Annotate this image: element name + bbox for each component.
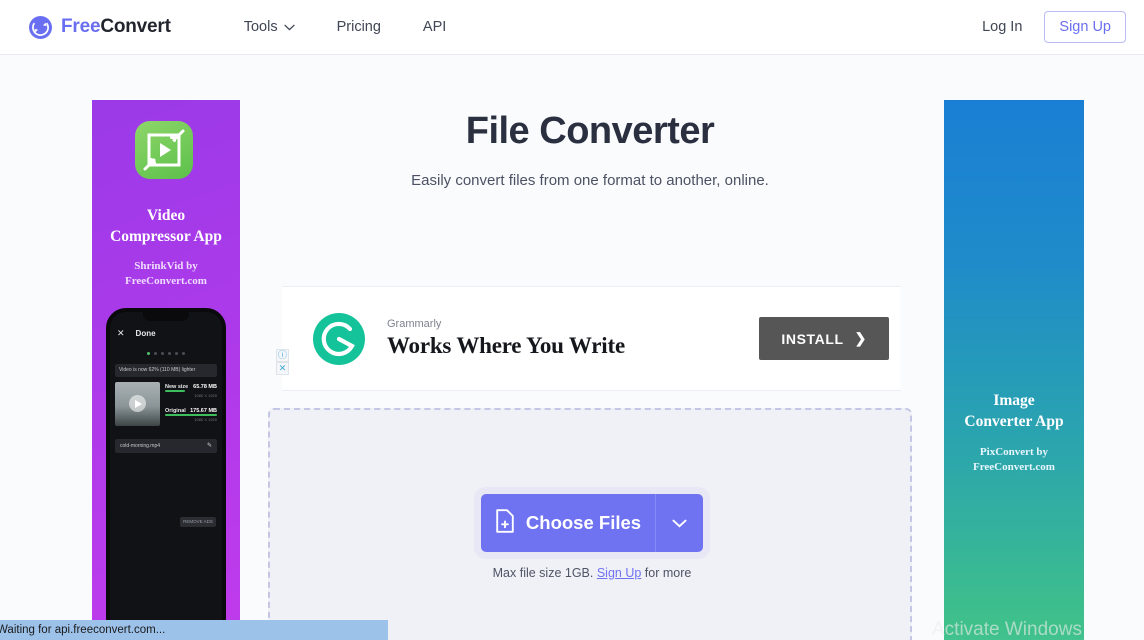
choose-files-label: Choose Files (525, 512, 642, 533)
brand-logo[interactable]: FreeConvert (29, 15, 171, 39)
nav-item-api-label: API (422, 19, 447, 35)
header-actions: Log In Sign Up (982, 11, 1126, 43)
main-content: File Converter Easily convert files from… (268, 55, 912, 189)
chevron-right-icon: ❯ (854, 330, 867, 346)
phone-done-label: Done (135, 328, 156, 338)
phone-original-bar (165, 414, 217, 416)
left-ad-sub-line1: ShrinkVid by (134, 260, 198, 272)
nav-item-pricing-label: Pricing (336, 19, 381, 35)
left-ad-subtitle: ShrinkVid by FreeConvert.com (92, 259, 240, 289)
phone-dot (147, 351, 150, 355)
phone-dot (182, 351, 185, 355)
phone-dot (161, 351, 164, 355)
phone-original-label: Original (165, 408, 186, 414)
grammarly-ad-brand: Grammarly (387, 318, 442, 330)
phone-new-size-row: New size 65.78 MB 1080 X 1920 (165, 384, 217, 398)
choose-files-button[interactable]: Choose Files (481, 494, 655, 552)
left-ad-title-line2: Compressor App (110, 228, 222, 245)
phone-original-size-row: Original 175.67 MB 1080 X 1920 (165, 408, 217, 422)
phone-new-size-sub: 1080 X 1920 (194, 393, 217, 398)
left-ad-title: Video Compressor App (92, 205, 240, 247)
file-add-icon (495, 508, 526, 538)
phone-original-value: 175.67 MB (190, 408, 217, 414)
main-nav: Tools Pricing API (244, 19, 447, 35)
phone-mockup: ✕ Done Video is now 62% (110 MB) lighter (106, 308, 226, 640)
brand-convert-text: Convert (100, 16, 171, 37)
nav-item-api[interactable]: API (423, 19, 446, 35)
phone-notch (143, 312, 189, 321)
max-file-size-note: Max file size 1GB. Sign Up for more (270, 566, 914, 580)
ad-close-icon[interactable]: ✕ (276, 362, 289, 375)
right-ad-sub-line1: PixConvert by (979, 446, 1049, 458)
max-note-prefix: Max file size 1GB. (492, 566, 597, 580)
browser-viewport: FreeConvert Tools Pricing API Log In Sig… (0, 0, 1144, 640)
phone-dot (168, 351, 171, 355)
video-compressor-app-icon (135, 121, 193, 179)
phone-new-size-bar (165, 390, 185, 392)
max-note-suffix: for more (641, 566, 692, 580)
phone-video-thumbnail (115, 382, 160, 426)
choose-files-group: Choose Files (481, 494, 703, 552)
site-header: FreeConvert Tools Pricing API Log In Sig… (0, 0, 1144, 55)
nav-item-pricing[interactable]: Pricing (337, 19, 381, 35)
grammarly-ad-copy: Grammarly Works Where You Write (387, 318, 625, 359)
phone-dot (154, 351, 157, 355)
signup-button[interactable]: Sign Up (1044, 11, 1126, 43)
nav-item-tools[interactable]: Tools (244, 19, 295, 35)
left-ad-title-line1: Video (146, 207, 186, 224)
brand-wordmark: FreeConvert (61, 16, 171, 38)
browser-status-bar: Waiting for api.freeconvert.com... (0, 620, 388, 640)
grammarly-logo-icon (313, 312, 365, 365)
phone-file-row: ✎ cold-morning.mp4 (115, 439, 217, 453)
login-link[interactable]: Log In (982, 19, 1022, 35)
phone-dot (175, 351, 178, 355)
phone-topbar: ✕ Done (110, 324, 222, 342)
right-ad-title: Image Converter App (944, 390, 1084, 432)
phone-result-banner: Video is now 62% (110 MB) lighter (115, 364, 217, 377)
page-title: File Converter (465, 110, 715, 152)
phone-close-icon: ✕ (117, 327, 125, 338)
page-subtitle: Easily convert files from one format to … (411, 172, 769, 189)
phone-original-sub: 1080 X 1920 (194, 417, 217, 422)
phone-new-size-value: 65.78 MB (193, 384, 217, 390)
grammarly-ad-banner[interactable]: ⓘ ✕ Grammarly Works Where You Write INST… (276, 286, 901, 391)
left-sidebar-ad[interactable]: Video Compressor App ShrinkVid by FreeCo… (92, 100, 240, 640)
signup-link[interactable]: Sign Up (597, 566, 641, 580)
right-ad-title-line2: Converter App (964, 413, 1064, 430)
ad-info-icon[interactable]: ⓘ (276, 349, 289, 362)
phone-remove-ads-button: REMOVE ADS (180, 517, 216, 527)
left-ad-sub-line2: FreeConvert.com (125, 275, 207, 287)
grammarly-install-button[interactable]: INSTALL ❯ (759, 317, 889, 360)
right-sidebar-ad[interactable]: Image Converter App PixConvert by FreeCo… (944, 100, 1084, 640)
right-ad-sub-line2: FreeConvert.com (973, 461, 1055, 473)
play-icon (129, 395, 146, 412)
edit-pencil-icon: ✎ (206, 443, 212, 449)
ad-choices-controls: ⓘ ✕ (276, 349, 289, 375)
phone-result-card: New size 65.78 MB 1080 X 1920 Original 1… (115, 382, 217, 432)
right-ad-title-line1: Image (993, 392, 1035, 409)
phone-step-dots (116, 348, 216, 358)
phone-file-name: cold-morning.mp4 (120, 443, 161, 449)
chevron-down-icon (283, 19, 295, 35)
phone-new-size-label: New size (165, 384, 189, 390)
file-dropzone[interactable]: Choose Files Max file size 1GB. Sign Up … (268, 408, 912, 640)
page-body: Video Compressor App ShrinkVid by FreeCo… (0, 55, 1144, 640)
choose-files-dropdown-toggle[interactable] (655, 494, 703, 552)
install-label: INSTALL (781, 330, 844, 347)
right-ad-subtitle: PixConvert by FreeConvert.com (944, 445, 1084, 475)
nav-item-tools-label: Tools (243, 19, 278, 35)
freeconvert-logo-icon (29, 15, 52, 39)
brand-free-text: Free (61, 16, 101, 37)
grammarly-ad-headline: Works Where You Write (387, 333, 625, 358)
status-bar-text: Waiting for api.freeconvert.com... (0, 624, 166, 636)
